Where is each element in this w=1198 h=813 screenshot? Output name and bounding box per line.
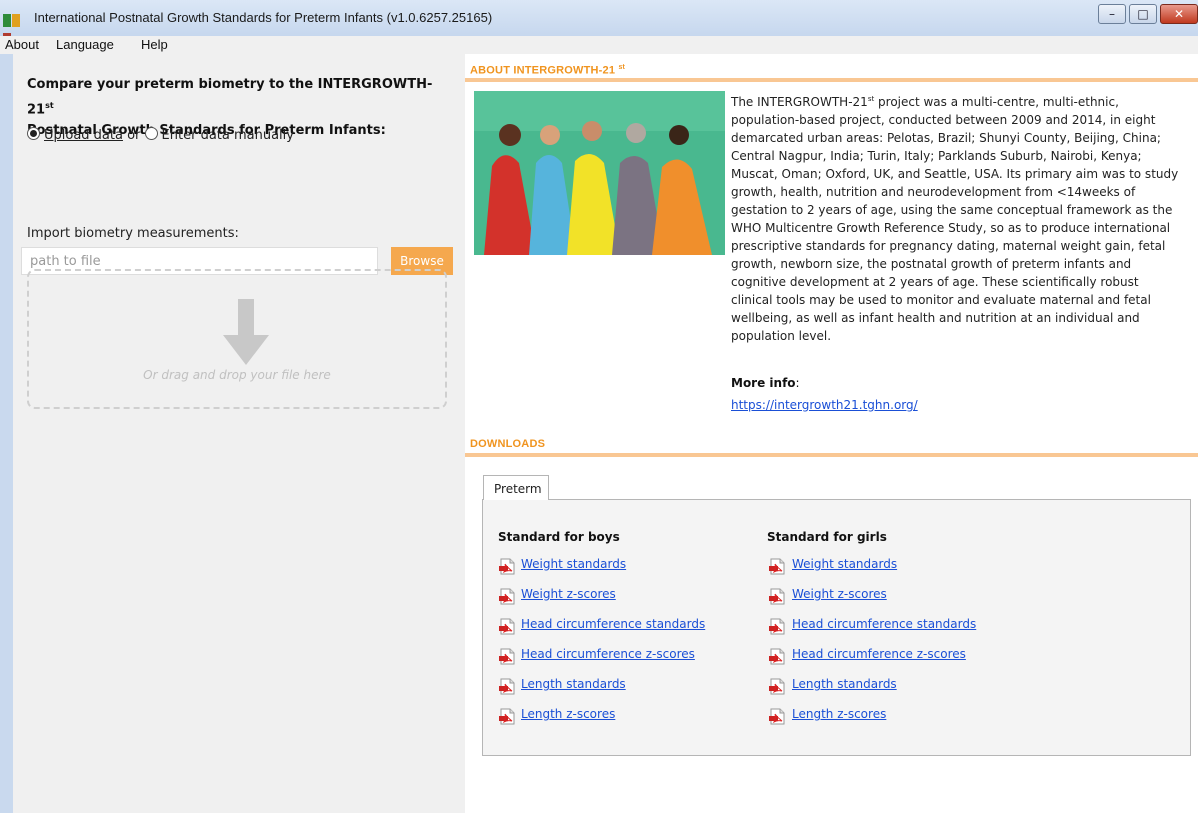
minimize-button[interactable]: – [1098, 4, 1126, 24]
about-line: prescriptive standards for pregnancy dat… [731, 239, 1166, 253]
import-label: Import biometry measurements: [27, 226, 239, 241]
pdf-icon [769, 588, 785, 605]
pdf-icon [499, 648, 515, 665]
data-source-radio-group: Upload data or Enter data manually [27, 127, 294, 143]
girls-download-link[interactable]: Weight standards [792, 557, 897, 571]
about-line: Muscat, Oman; Oxford, UK, and Seattle, U… [731, 167, 1179, 181]
pdf-icon [499, 618, 515, 635]
girls-download-link[interactable]: Head circumference standards [792, 617, 976, 631]
about-heading-sup: st [618, 64, 626, 71]
about-paragraph: The INTERGROWTH-21st project was a multi… [731, 90, 1198, 345]
menu-language[interactable]: Language [56, 37, 114, 52]
pdf-icon [499, 588, 515, 605]
file-dropzone[interactable]: Or drag and drop your file here [27, 269, 447, 409]
pdf-icon [499, 708, 515, 725]
pdf-icon [769, 618, 785, 635]
radio-or-text: or [122, 128, 145, 143]
more-info-colon: : [795, 376, 800, 390]
menu-about[interactable]: About [5, 37, 39, 52]
enter-manually-label[interactable]: Enter data manually [162, 128, 294, 143]
more-info-text: More info [731, 376, 796, 390]
left-panel: Compare your preterm biometry to the INT… [13, 54, 465, 813]
boys-download-link[interactable]: Weight z-scores [521, 587, 616, 601]
boys-download-link[interactable]: Weight standards [521, 557, 626, 571]
boys-download-link[interactable]: Head circumference standards [521, 617, 705, 631]
about-line: WHO Multicentre Growth Reference Study, … [731, 221, 1171, 235]
window-title: International Postnatal Growth Standards… [34, 10, 493, 25]
drop-hint: Or drag and drop your file here [143, 368, 331, 382]
about-line: wellbeing, as well as infant health and … [731, 311, 1140, 325]
upload-data-label[interactable]: Upload data [44, 128, 123, 143]
about-line: demarcated urban areas: Pelotas, Brazil;… [731, 131, 1161, 145]
about-line: Central Nagpur, India; Turin, Italy; Par… [731, 149, 1142, 163]
menu-bar: About Language Help [0, 36, 1198, 54]
pdf-icon [769, 558, 785, 575]
about-line: population-based project, conducted betw… [731, 113, 1156, 127]
about-line: cognitive development at 2 years of age.… [731, 275, 1139, 289]
boys-download-link[interactable]: Length z-scores [521, 707, 615, 721]
downloads-heading: DOWNLOADS [470, 438, 546, 450]
about-line: growth, health, nutrition and neurodevel… [731, 185, 1136, 199]
compare-title-sup: st [45, 101, 54, 110]
about-heading-text: ABOUT INTERGROWTH-21 [470, 64, 616, 77]
boys-download-link[interactable]: Length standards [521, 677, 626, 691]
girls-heading: Standard for girls [767, 530, 887, 544]
app-icon [3, 12, 29, 46]
about-line: population level. [731, 329, 832, 343]
more-info-label: More info: [731, 376, 800, 390]
about-heading: ABOUT INTERGROWTH-21 st [470, 64, 625, 77]
maximize-icon: □ [1137, 7, 1149, 21]
intergrowth-artwork [474, 91, 725, 255]
boys-heading: Standard for boys [498, 530, 620, 544]
pdf-icon [769, 648, 785, 665]
close-button[interactable]: ✕ [1160, 4, 1198, 24]
minimize-icon: – [1109, 7, 1115, 21]
pdf-icon [769, 708, 785, 725]
enter-manually-radio[interactable] [144, 127, 158, 140]
about-line-1: The INTERGROWTH-21st project was a multi… [731, 90, 1198, 111]
compare-title-line1: Compare your preterm biometry to the INT… [27, 77, 433, 118]
close-icon: ✕ [1173, 7, 1185, 21]
girls-download-link[interactable]: Head circumference z-scores [792, 647, 966, 661]
about-line1-pre: The INTERGROWTH-21 [731, 95, 868, 109]
downloads-divider [465, 453, 1198, 457]
tab-preterm[interactable]: Preterm [483, 475, 549, 500]
upload-data-radio[interactable] [27, 127, 40, 140]
about-divider [465, 78, 1198, 82]
title-bar: International Postnatal Growth Standards… [0, 0, 1198, 46]
pdf-icon [499, 558, 515, 575]
girls-download-link[interactable]: Length standards [792, 677, 897, 691]
about-line1-post: project was a multi-centre, multi-ethnic… [874, 95, 1119, 109]
about-line: gestation to 2 years of age, using the s… [731, 203, 1173, 217]
maximize-button[interactable]: □ [1129, 4, 1157, 24]
preterm-tab-panel: Standard for boys Standard for girls Wei… [482, 499, 1191, 756]
menu-help[interactable]: Help [141, 37, 168, 52]
about-line: clinical tools may be used to monitor an… [731, 293, 1151, 307]
pdf-icon [499, 678, 515, 695]
boys-download-link[interactable]: Head circumference z-scores [521, 647, 695, 661]
download-arrow-icon [223, 299, 269, 365]
girls-download-link[interactable]: Length z-scores [792, 707, 886, 721]
right-panel: ABOUT INTERGROWTH-21 st The INTERGROWTH-… [465, 54, 1198, 813]
about-line: growth, newborn size, the postnatal grow… [731, 257, 1132, 271]
girls-download-link[interactable]: Weight z-scores [792, 587, 887, 601]
pdf-icon [769, 678, 785, 695]
more-info-link[interactable]: https://intergrowth21.tghn.org/ [731, 398, 918, 412]
